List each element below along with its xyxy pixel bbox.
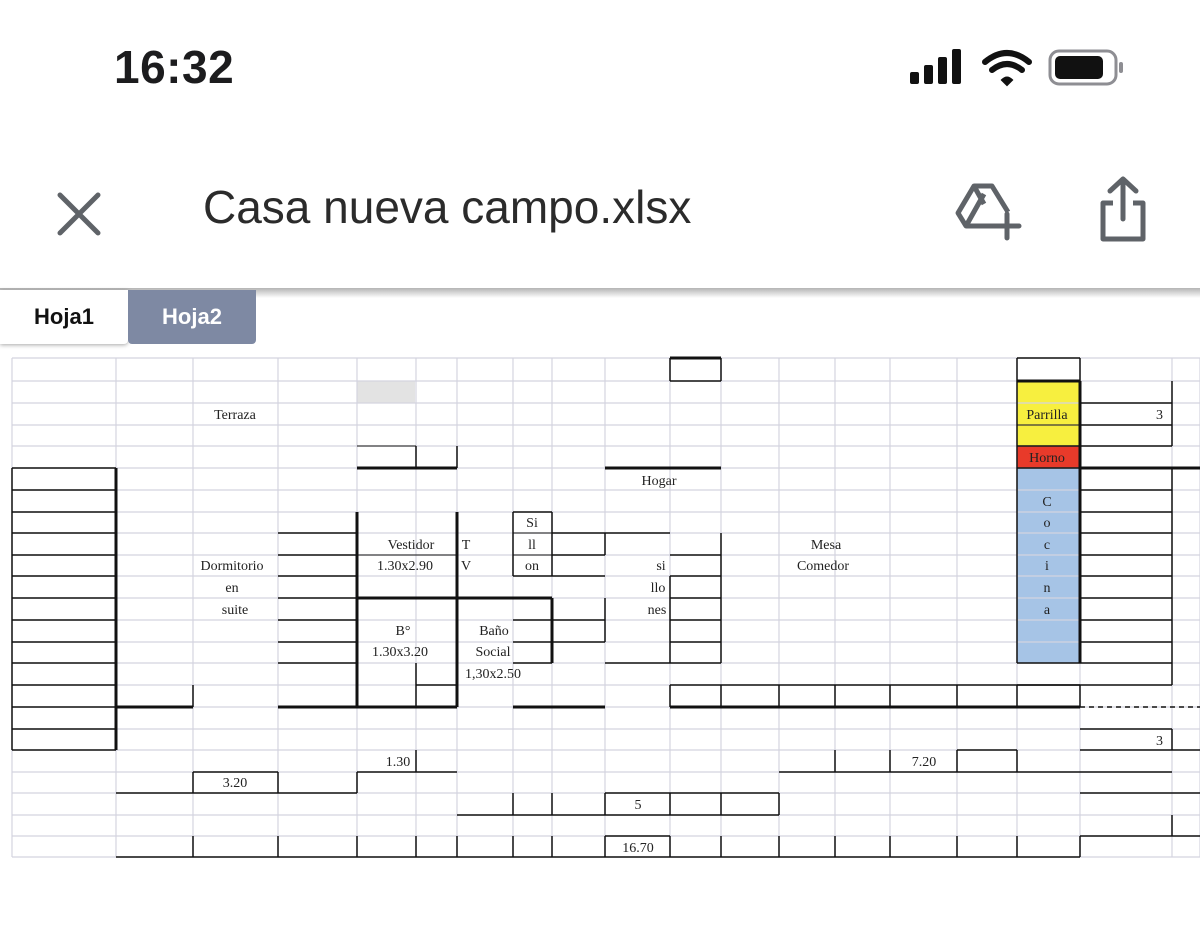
cell-text: Horno bbox=[1029, 451, 1065, 466]
sheet-empty-area bbox=[0, 868, 1200, 951]
cell-text: 5 bbox=[635, 798, 642, 813]
cell-text: n bbox=[1044, 581, 1051, 596]
cell-text: Hogar bbox=[642, 474, 677, 489]
cell-text: C bbox=[1042, 495, 1051, 510]
wifi-icon bbox=[982, 50, 1032, 87]
cell-text: llo bbox=[651, 581, 666, 596]
cell-text: Si bbox=[526, 516, 538, 531]
cell-text: i bbox=[1045, 559, 1049, 574]
cell-text: suite bbox=[222, 603, 248, 618]
cell-text: o bbox=[1044, 516, 1051, 531]
cell-text: 3 bbox=[1156, 734, 1163, 749]
cell-text: a bbox=[1044, 603, 1051, 618]
status-bar: 16:32 bbox=[0, 0, 1200, 130]
add-to-drive-button[interactable] bbox=[952, 180, 1022, 242]
share-icon bbox=[1100, 176, 1146, 242]
cell-text: Mesa bbox=[811, 538, 842, 553]
sheet-tab-hoja1[interactable]: Hoja1 bbox=[0, 290, 128, 344]
signal-bars-icon bbox=[910, 49, 961, 84]
cell-text: 1.30x3.20 bbox=[372, 645, 428, 660]
cell-text: 1,30x2.50 bbox=[465, 667, 521, 682]
cell-text: 7.20 bbox=[912, 755, 937, 770]
close-icon bbox=[57, 192, 101, 236]
cell-text: en bbox=[225, 581, 238, 596]
status-icons bbox=[910, 49, 1123, 87]
close-button[interactable] bbox=[50, 185, 108, 243]
sheet-tab-hoja2[interactable]: Hoja2 bbox=[128, 290, 256, 344]
cell-text: Baño bbox=[479, 624, 509, 639]
cell-text: nes bbox=[648, 603, 667, 618]
cell-text: Vestidor bbox=[388, 538, 435, 553]
cell-text: T bbox=[462, 538, 471, 553]
cell-text: Terraza bbox=[214, 408, 257, 423]
placeholder-cell bbox=[357, 381, 415, 403]
spreadsheet-grid[interactable]: Terraza Parrilla 3 Horno Hogar C Si o Vestidor Tl… bbox=[0, 348, 1200, 868]
cell-text: c bbox=[1044, 538, 1050, 553]
cell-text: V bbox=[461, 559, 471, 574]
cell-text: 16.70 bbox=[622, 841, 654, 856]
add-to-drive-icon bbox=[955, 183, 1022, 241]
cell-text: Dormitorio bbox=[201, 559, 264, 574]
cell-text: B° bbox=[396, 624, 411, 639]
status-time: 16:32 bbox=[114, 41, 235, 93]
cell-text: 3 bbox=[1156, 408, 1163, 423]
file-title: Casa nueva campo.xlsx bbox=[203, 181, 692, 233]
cell-text: 1.30 bbox=[386, 755, 411, 770]
cell-text: 3.20 bbox=[223, 776, 248, 791]
cell-text: on bbox=[525, 559, 539, 574]
battery-icon bbox=[1048, 49, 1123, 86]
share-button[interactable] bbox=[1093, 175, 1153, 245]
cell-text: 1.30x2.90 bbox=[377, 559, 433, 574]
cell-text: si bbox=[656, 559, 665, 574]
cell-text: Parrilla bbox=[1026, 408, 1068, 423]
cell-text: Comedor bbox=[797, 559, 849, 574]
cell-text: ll bbox=[528, 538, 536, 553]
cell-text: Social bbox=[476, 645, 511, 660]
